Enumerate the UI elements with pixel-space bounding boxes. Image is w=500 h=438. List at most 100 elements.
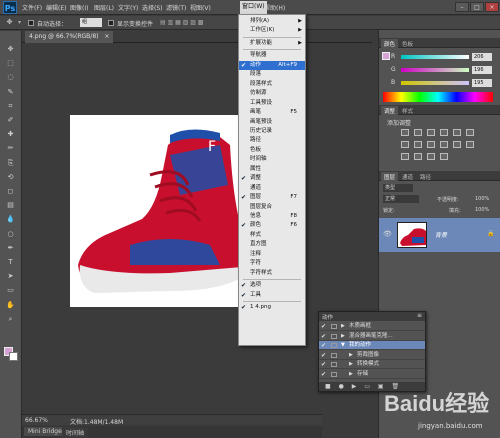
lasso-tool-icon[interactable]: ◌ — [4, 73, 17, 82]
curves-adjustment-icon[interactable] — [427, 129, 435, 136]
g-value[interactable]: 196 — [472, 66, 492, 74]
g-slider[interactable] — [401, 68, 469, 72]
dodge-tool-icon[interactable]: ○ — [4, 230, 17, 239]
auto-select-checkbox[interactable] — [28, 20, 34, 26]
window-menu-item[interactable]: 排列(A) ▶ — [239, 17, 305, 26]
tab-mini-bridge[interactable]: Mini Bridge — [24, 427, 66, 436]
window-menu-item[interactable]: 属性 — [239, 165, 305, 174]
layer-row-background[interactable]: 👁 背景 🔒 — [379, 218, 500, 252]
window-menu-item[interactable]: 通道 — [239, 184, 305, 193]
action-item-arrow-icon[interactable]: ▶ — [349, 370, 353, 379]
document-canvas[interactable]: F — [70, 115, 248, 307]
record-icon[interactable]: ● — [339, 383, 344, 390]
pen-tool-icon[interactable]: ✒ — [4, 244, 17, 253]
tab-channels[interactable]: 通道 — [399, 172, 416, 181]
clone-tool-icon[interactable]: ⎘ — [4, 159, 17, 168]
dialog-toggle-box[interactable] — [331, 343, 337, 349]
path-select-tool-icon[interactable]: ➤ — [4, 272, 17, 281]
invert-adjustment-icon[interactable] — [466, 141, 474, 148]
menu-6[interactable]: 滤镜(T) — [166, 3, 186, 12]
shape-tool-icon[interactable]: ▭ — [4, 286, 17, 295]
selective-color-adjustment-icon[interactable] — [440, 153, 448, 160]
gradient-tool-icon[interactable]: ▤ — [4, 201, 17, 210]
action-row[interactable]: ✔ ▶ 转换模式 — [319, 360, 425, 370]
panel-menu-icon[interactable]: ≡ — [417, 312, 422, 319]
hand-tool-icon[interactable]: ✋ — [4, 301, 17, 310]
exposure-adjustment-icon[interactable] — [440, 129, 448, 136]
window-menu-item[interactable]: 动作 ✔ Alt+F9 — [239, 60, 305, 70]
opacity-value[interactable]: 100% — [475, 196, 489, 202]
window-menu-item[interactable]: 画笔预设 — [239, 118, 305, 127]
b-slider[interactable] — [401, 81, 469, 85]
action-row[interactable]: ✔ ▶ 剪裁图像 — [319, 351, 425, 360]
action-toggle-check-icon[interactable]: ✔ — [321, 360, 329, 369]
brush-tool-icon[interactable]: ✏ — [4, 144, 17, 153]
visibility-eye-icon[interactable]: 👁 — [383, 230, 392, 238]
tab-paths[interactable]: 路径 — [417, 172, 434, 181]
black-white-adjustment-icon[interactable] — [414, 141, 422, 148]
dialog-toggle-box[interactable] — [331, 362, 337, 368]
b-value[interactable]: 195 — [472, 79, 492, 87]
action-toggle-check-icon[interactable]: ✔ — [321, 322, 329, 331]
window-menu-item[interactable]: 扩展功能 ▶ — [239, 39, 305, 48]
channel-mixer-adjustment-icon[interactable] — [440, 141, 448, 148]
close-tab-icon[interactable]: × — [104, 33, 109, 40]
window-menu-item[interactable]: 工具预设 — [239, 99, 305, 108]
window-menu-item[interactable]: 工作区(K) ▶ — [239, 26, 305, 35]
window-menu-item[interactable]: 色板 — [239, 146, 305, 155]
minimize-button[interactable]: – — [455, 2, 469, 12]
stop-icon[interactable]: ■ — [325, 383, 331, 390]
tab-styles[interactable]: 样式 — [399, 106, 416, 115]
window-menu-item[interactable]: 时间轴 — [239, 155, 305, 164]
show-transform-checkbox[interactable] — [108, 20, 114, 26]
document-tab[interactable]: 4.png @ 66.7%(RGB/8) × — [25, 31, 114, 43]
quick-select-tool-icon[interactable]: ✎ — [4, 88, 17, 97]
maximize-button[interactable]: □ — [470, 2, 484, 12]
menu-9[interactable]: 帮助(H) — [264, 3, 285, 12]
fill-value[interactable]: 100% — [475, 207, 489, 213]
menu-8[interactable]: 窗口(W) — [240, 1, 267, 14]
window-menu-item[interactable]: 导航器 — [239, 51, 305, 60]
gradient-map-adjustment-icon[interactable] — [427, 153, 435, 160]
action-toggle-check-icon[interactable]: ✔ — [321, 351, 329, 360]
action-item-arrow-icon[interactable]: ▶ — [349, 351, 353, 360]
window-menu-item[interactable]: 段落样式 — [239, 80, 305, 89]
window-menu-item[interactable]: 1 4.png ✔ — [239, 303, 305, 312]
window-menu-item[interactable]: 样式 — [239, 231, 305, 240]
threshold-adjustment-icon[interactable] — [414, 153, 422, 160]
action-item-arrow-icon[interactable]: ▶ — [349, 360, 353, 369]
dialog-toggle-box[interactable] — [331, 324, 337, 329]
blur-tool-icon[interactable]: 💧 — [4, 215, 17, 224]
action-set-arrow-icon[interactable]: ▶ — [341, 322, 345, 331]
menu-4[interactable]: 文字(Y) — [118, 3, 138, 12]
window-menu-item[interactable]: 信息 F8 — [239, 212, 305, 221]
window-menu-item[interactable]: 注释 — [239, 250, 305, 259]
window-menu-item[interactable]: 画笔 F5 — [239, 108, 305, 117]
color-spectrum[interactable] — [383, 92, 493, 102]
menu-2[interactable]: 图像(I) — [70, 3, 88, 12]
tab-timeline[interactable]: 时间轴 — [62, 427, 89, 438]
tab-swatches[interactable]: 色板 — [399, 39, 416, 48]
blend-mode-select[interactable]: 正常 — [383, 195, 419, 203]
menu-5[interactable]: 选择(S) — [142, 3, 163, 12]
close-window-button[interactable]: × — [485, 2, 499, 12]
play-icon[interactable]: ▶ — [352, 383, 357, 390]
zoom-level[interactable]: 66.67% — [25, 417, 48, 424]
align-icons[interactable]: ▤ ▥ ▦ ▧ ▨ ▩ — [160, 19, 204, 26]
crop-tool-icon[interactable]: ⌗ — [4, 102, 17, 111]
action-row[interactable]: ✔ ▶ 木质画框 — [319, 322, 425, 331]
background-color-swatch[interactable] — [9, 352, 18, 361]
layer-name[interactable]: 背景 — [435, 230, 447, 239]
window-menu-item[interactable]: 历史记录 — [239, 127, 305, 136]
menu-1[interactable]: 编辑(E) — [46, 3, 66, 12]
tab-layers[interactable]: 图层 — [381, 172, 399, 181]
chevron-down-icon[interactable]: ▾ — [18, 19, 21, 26]
r-value[interactable]: 206 — [472, 53, 492, 61]
window-menu-item[interactable]: 字符 — [239, 259, 305, 268]
dialog-toggle-box[interactable] — [331, 372, 337, 377]
action-toggle-check-icon[interactable]: ✔ — [321, 370, 329, 379]
window-menu-item[interactable]: 图层 ✔ F7 — [239, 193, 305, 202]
history-brush-tool-icon[interactable]: ⟲ — [4, 173, 17, 182]
menu-0[interactable]: 文件(F) — [22, 3, 42, 12]
window-menu-item[interactable]: 仿制源 — [239, 89, 305, 98]
